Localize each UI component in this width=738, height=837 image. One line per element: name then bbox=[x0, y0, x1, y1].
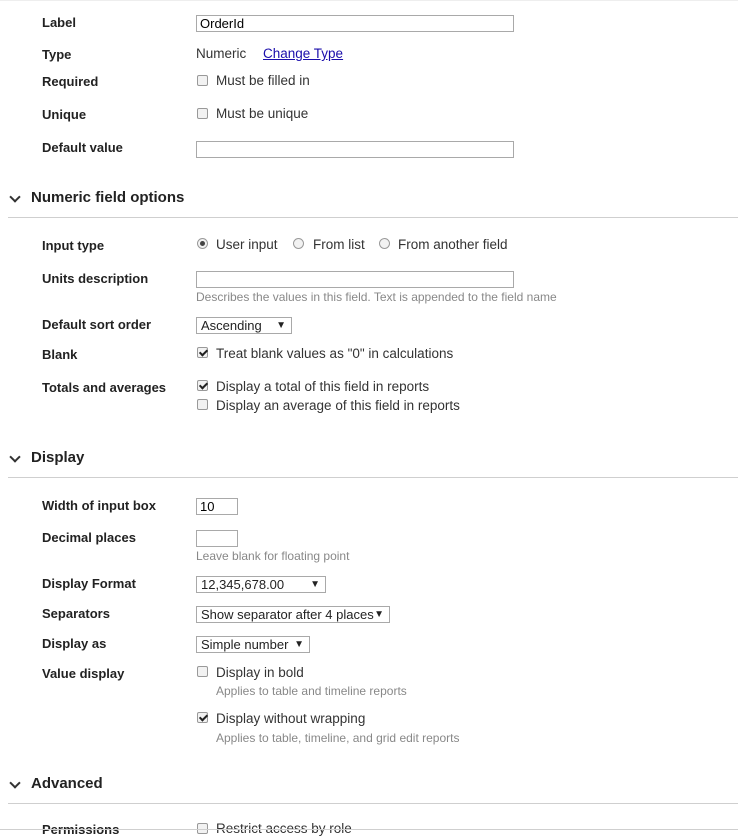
input-type-label: Input type bbox=[42, 238, 105, 253]
separators-select[interactable]: Show separator after 4 places ▼ bbox=[196, 606, 390, 623]
section-title-numeric[interactable]: Numeric field options bbox=[31, 189, 184, 206]
radio-from-another-field-label: From another field bbox=[398, 237, 508, 252]
radio-from-another-field[interactable] bbox=[379, 238, 390, 249]
chevron-down-icon[interactable] bbox=[9, 191, 21, 203]
triangle-down-icon: ▼ bbox=[276, 320, 286, 331]
separators-value: Show separator after 4 places bbox=[201, 607, 374, 622]
total-option-label: Display a total of this field in reports bbox=[216, 379, 430, 394]
decimal-places-input[interactable] bbox=[196, 530, 238, 547]
average-checkbox[interactable] bbox=[197, 399, 208, 410]
total-checkbox[interactable] bbox=[197, 380, 208, 391]
units-description-label: Units description bbox=[42, 271, 149, 286]
units-description-hint: Describes the values in this field. Text… bbox=[196, 290, 557, 304]
bold-checkbox[interactable] bbox=[197, 666, 208, 677]
nowrap-checkbox[interactable] bbox=[197, 712, 208, 723]
sort-order-label: Default sort order bbox=[42, 317, 152, 332]
section-divider bbox=[8, 803, 738, 804]
bold-option-hint: Applies to table and timeline reports bbox=[216, 684, 407, 698]
width-input-label: Width of input box bbox=[42, 498, 156, 513]
required-checkbox[interactable] bbox=[197, 75, 208, 86]
section-title-display[interactable]: Display bbox=[31, 449, 84, 466]
blank-label: Blank bbox=[42, 347, 78, 362]
display-as-select[interactable]: Simple number ▼ bbox=[196, 636, 310, 653]
section-divider bbox=[8, 217, 738, 218]
type-field-label: Type bbox=[42, 47, 72, 62]
decimal-places-hint: Leave blank for floating point bbox=[196, 549, 350, 563]
top-border bbox=[0, 0, 738, 1]
default-value-input[interactable] bbox=[196, 141, 514, 158]
display-as-value: Simple number bbox=[201, 637, 289, 652]
width-input[interactable] bbox=[196, 498, 238, 515]
radio-user-input[interactable] bbox=[197, 238, 208, 249]
separators-label: Separators bbox=[42, 606, 110, 621]
chevron-down-icon[interactable] bbox=[9, 777, 21, 789]
sort-order-select[interactable]: Ascending ▼ bbox=[196, 317, 292, 334]
radio-from-list-label: From list bbox=[313, 237, 365, 252]
display-as-label: Display as bbox=[42, 636, 107, 651]
required-field-label: Required bbox=[42, 74, 99, 89]
triangle-down-icon: ▼ bbox=[374, 609, 384, 620]
radio-from-list[interactable] bbox=[293, 238, 304, 249]
average-option-label: Display an average of this field in repo… bbox=[216, 398, 460, 413]
value-display-label: Value display bbox=[42, 666, 125, 681]
blank-checkbox[interactable] bbox=[197, 347, 208, 358]
triangle-down-icon: ▼ bbox=[310, 579, 320, 590]
label-field-label: Label bbox=[42, 15, 76, 30]
change-type-link[interactable]: Change Type bbox=[263, 46, 343, 61]
unique-field-label: Unique bbox=[42, 107, 87, 122]
nowrap-option-hint: Applies to table, timeline, and grid edi… bbox=[216, 731, 460, 745]
required-option-label: Must be filled in bbox=[216, 73, 310, 88]
units-description-input[interactable] bbox=[196, 271, 514, 288]
radio-user-input-label: User input bbox=[216, 237, 278, 252]
default-value-label: Default value bbox=[42, 140, 123, 155]
bold-option-label: Display in bold bbox=[216, 665, 304, 680]
totals-averages-label: Totals and averages bbox=[42, 380, 167, 395]
decimal-places-label: Decimal places bbox=[42, 530, 136, 545]
section-divider bbox=[8, 477, 738, 478]
chevron-down-icon[interactable] bbox=[9, 451, 21, 463]
section-title-advanced[interactable]: Advanced bbox=[31, 775, 103, 792]
blank-option-label: Treat blank values as "0" in calculation… bbox=[216, 346, 454, 361]
label-input[interactable] bbox=[196, 15, 514, 32]
display-format-value: 12,345,678.00 bbox=[201, 577, 285, 592]
nowrap-option-label: Display without wrapping bbox=[216, 711, 366, 726]
triangle-down-icon: ▼ bbox=[294, 639, 304, 650]
type-value: Numeric bbox=[196, 46, 247, 61]
sort-order-value: Ascending bbox=[201, 318, 262, 333]
display-format-label: Display Format bbox=[42, 576, 136, 591]
unique-checkbox[interactable] bbox=[197, 108, 208, 119]
unique-option-label: Must be unique bbox=[216, 106, 309, 121]
display-format-select[interactable]: 12,345,678.00 ▼ bbox=[196, 576, 326, 593]
